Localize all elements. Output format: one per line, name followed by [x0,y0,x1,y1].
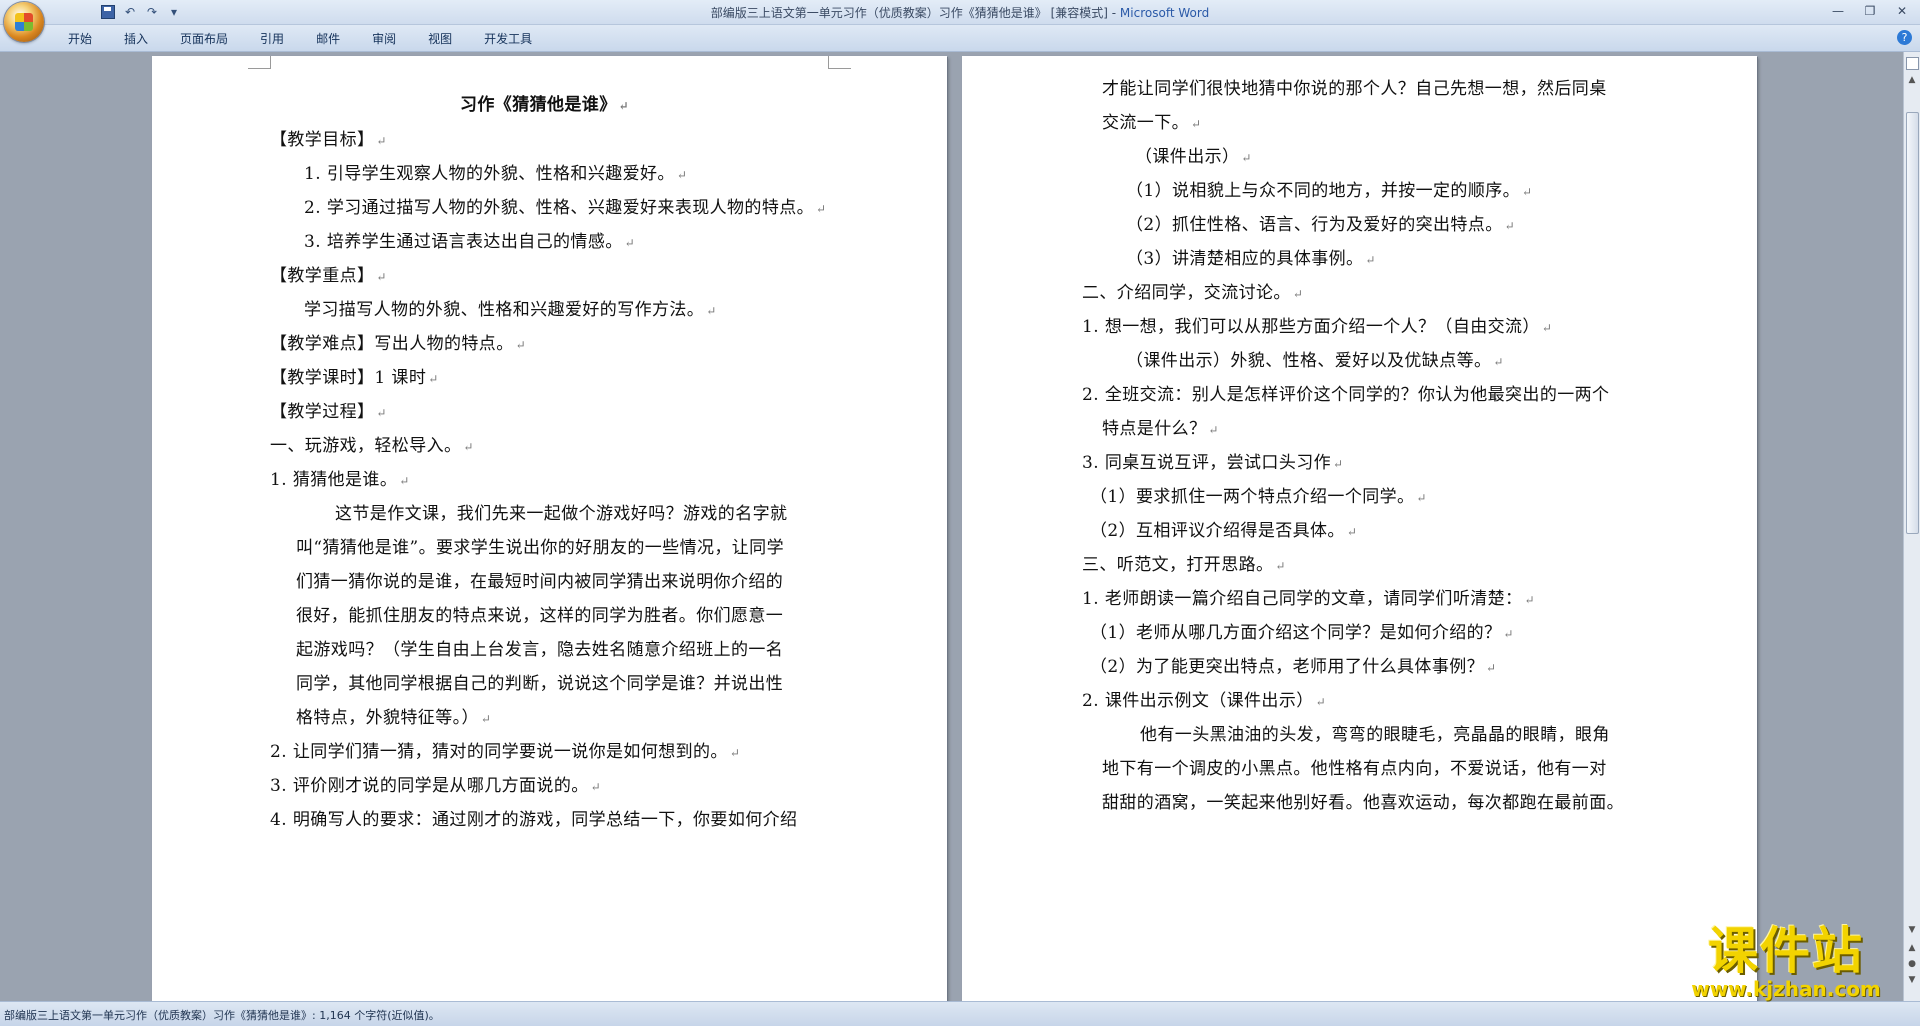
doc-line: （2）为了能更突出特点，老师用了什么具体事例？ ↵ [1090,657,1497,677]
doc-line: （课件出示） ↵ [1135,147,1252,167]
doc-line: （2）互相评议介绍得是否具体。 ↵ [1090,521,1358,541]
doc-line: 甜甜的酒窝，一笑起来他别好看。他喜欢运动，每次都跑在最前面。 [1102,793,1624,813]
document-title: 部编版三上语文第一单元习作（优质教案）习作《猜猜他是谁》 [兼容模式] - [710,6,1120,20]
doc-title: 习作《猜猜他是谁》 ↵ [460,95,630,115]
watermark-text: 课件站 [1708,922,1864,980]
doc-line: 2. 全班交流：别人是怎样评价这个同学的？你认为他最突出的一两个 [1082,385,1610,405]
watermark-url: www.kjzhan.com [1691,977,1881,1001]
app-name: Microsoft Word [1119,6,1210,20]
section-heading: 【教学难点】写出人物的特点。 ↵ [270,334,527,354]
section-heading: 【教学目标】 ↵ [270,130,387,150]
doc-line: 学习描写人物的外貌、性格和兴趣爱好的写作方法。 ↵ [304,300,717,320]
doc-line: 地下有一个调皮的小黑点。他性格有点内向，不爱说话，他有一对 [1102,759,1607,779]
office-button[interactable] [4,2,44,42]
doc-line: 同学，其他同学根据自己的判断，说说这个同学是谁？并说出性 [296,674,784,694]
tab-developer[interactable]: 开发工具 [468,30,548,48]
doc-line: 2. 学习通过描写人物的外貌、性格、兴趣爱好来表现人物的特点。 ↵ [304,198,827,218]
page-right[interactable]: 才能让同学们很快地猜中你说的那个人？自己先想一想，然后同桌 交流一下。 ↵ （课件… [962,56,1757,1001]
select-browse-object-icon[interactable]: ● [1906,958,1918,970]
tab-references[interactable]: 引用 [244,30,300,48]
scrollbar-thumb[interactable] [1906,112,1919,534]
doc-line: 才能让同学们很快地猜中你说的那个人？自己先想一想，然后同桌 [1102,79,1607,99]
doc-line: 2. 课件出示例文（课件出示） ↵ [1082,691,1327,711]
tab-page-layout[interactable]: 页面布局 [164,30,244,48]
minimize-icon[interactable]: — [1826,2,1850,20]
doc-line: 一、玩游戏，轻松导入。 ↵ [270,436,474,456]
tab-review[interactable]: 审阅 [356,30,412,48]
tab-insert[interactable]: 插入 [108,30,164,48]
ruler-toggle-icon[interactable] [1906,57,1919,70]
doc-line: 3. 同桌互说互评，尝试口头习作 ↵ [1082,453,1344,473]
margin-corner-mark [248,56,271,69]
section-heading: 【教学过程】 ↵ [270,402,387,422]
doc-line: 起游戏吗？（学生自由上台发言，隐去姓名随意介绍班上的一名 [296,640,784,660]
doc-line: 1. 想一想，我们可以从那些方面介绍一个人？（自由交流） ↵ [1082,317,1553,337]
doc-line: 1. 引导学生观察人物的外貌、性格和兴趣爱好。 ↵ [304,164,688,184]
vertical-scrollbar[interactable]: ▲ ▼ ▲ ● ▼ [1903,52,1920,1001]
restore-icon[interactable]: ❐ [1858,2,1882,20]
doc-line: 二、介绍同学，交流讨论。 ↵ [1082,283,1304,303]
doc-line: （1）要求抓住一两个特点介绍一个同学。 ↵ [1090,487,1427,507]
previous-page-icon[interactable]: ▲ [1906,942,1918,954]
doc-line: （1）说相貌上与众不同的地方，并按一定的顺序。 ↵ [1126,181,1533,201]
section-heading: 【教学重点】 ↵ [270,266,387,286]
next-page-icon[interactable]: ▼ [1906,974,1918,986]
doc-line: （课件出示）外貌、性格、爱好以及优缺点等。 ↵ [1126,351,1504,371]
doc-line: 4. 明确写人的要求：通过刚才的游戏，同学总结一下，你要如何介绍 [270,810,798,830]
window-controls: — ❐ ✕ [1826,2,1914,20]
doc-line: 2. 让同学们猜一猜，猜对的同学要说一说你是如何想到的。 ↵ [270,742,741,762]
ribbon-tabs: 开始 插入 页面布局 引用 邮件 审阅 视图 开发工具 ? [0,25,1920,52]
close-icon[interactable]: ✕ [1890,2,1914,20]
tab-view[interactable]: 视图 [412,30,468,48]
office-logo-icon [15,13,33,31]
doc-line: 1. 老师朗读一篇介绍自己同学的文章，请同学们听清楚： ↵ [1082,589,1535,609]
status-text: 部编版三上语文第一单元习作（优质教案）习作《猜猜他是谁》: 1,164 个字符(… [4,1009,440,1022]
watermark-logo: 课件站 www.kjzhan.com [1668,924,1904,1002]
scroll-up-icon[interactable]: ▲ [1906,74,1918,86]
status-bar: 部编版三上语文第一单元习作（优质教案）习作《猜猜他是谁》: 1,164 个字符(… [0,1001,1920,1026]
tab-mailings[interactable]: 邮件 [300,30,356,48]
doc-line: 特点是什么？ ↵ [1102,419,1219,439]
doc-line: （2）抓住性格、语言、行为及爱好的突出特点。 ↵ [1126,215,1516,235]
doc-line: 交流一下。 ↵ [1102,113,1202,133]
title-bar: ↶ ↷ ▾ 部编版三上语文第一单元习作（优质教案）习作《猜猜他是谁》 [兼容模式… [0,0,1920,25]
doc-line: 这节是作文课，我们先来一起做个游戏好吗？游戏的名字就 [335,504,788,524]
section-heading: 【教学课时】1 课时 ↵ [270,368,439,388]
doc-line: 他有一头黑油油的头发，弯弯的眼睫毛，亮晶晶的眼睛，眼角 [1140,725,1610,745]
doc-line: 们猜一猜你说的是谁，在最短时间内被同学猜出来说明你介绍的 [296,572,784,592]
doc-line: 3. 培养学生通过语言表达出自己的情感。 ↵ [304,232,636,252]
window-title: 部编版三上语文第一单元习作（优质教案）习作《猜猜他是谁》 [兼容模式] - Mi… [0,4,1920,21]
doc-line: 很好，能抓住朋友的特点来说，这样的同学为胜者。你们愿意一 [296,606,784,626]
scroll-down-icon[interactable]: ▼ [1906,924,1918,936]
margin-corner-mark [828,56,851,69]
page-left[interactable]: 习作《猜猜他是谁》 ↵ 【教学目标】 ↵ 1. 引导学生观察人物的外貌、性格和兴趣爱… [152,56,947,1001]
document-area[interactable]: 习作《猜猜他是谁》 ↵ 【教学目标】 ↵ 1. 引导学生观察人物的外貌、性格和兴趣爱… [0,52,1904,1001]
doc-line: 1. 猜猜他是谁。 ↵ [270,470,410,490]
doc-line: （1）老师从哪几方面介绍这个同学？是如何介绍的？ ↵ [1090,623,1514,643]
doc-line: 格特点，外貌特征等。） ↵ [296,708,492,728]
doc-line: （3）讲清楚相应的具体事例。 ↵ [1126,249,1376,269]
tab-home[interactable]: 开始 [52,30,108,48]
doc-line: 叫“猜猜他是谁”。要求学生说出你的好朋友的一些情况，让同学 [296,538,784,558]
doc-line: 3. 评价刚才说的同学是从哪几方面说的。 ↵ [270,776,602,796]
doc-line: 三、听范文，打开思路。 ↵ [1082,555,1286,575]
help-icon[interactable]: ? [1897,30,1912,45]
